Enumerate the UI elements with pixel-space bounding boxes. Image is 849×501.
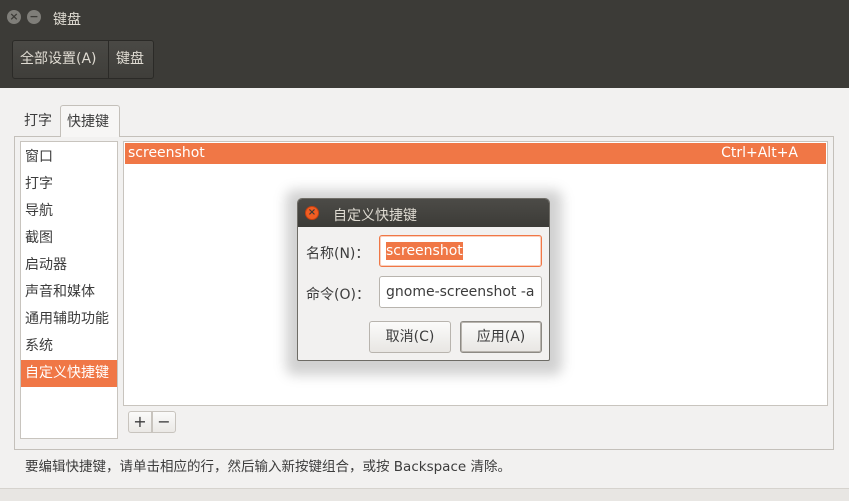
name-label: 名称(N)： — [306, 246, 370, 262]
all-settings-button[interactable]: 全部设置(A) — [12, 40, 109, 79]
category-item-sound-media[interactable]: 声音和媒体 — [21, 279, 117, 306]
title-bar: × − 键盘 — [0, 0, 849, 34]
window-close-icon[interactable]: × — [7, 10, 21, 24]
custom-shortcut-dialog: × 自定义快捷键 名称(N)： screenshot 命令(O)： gnome-… — [297, 198, 550, 361]
shortcut-accelerator[interactable]: Ctrl+Alt+A — [721, 143, 798, 164]
add-shortcut-button[interactable]: + — [128, 411, 152, 433]
command-field[interactable]: gnome-screenshot -a — [379, 276, 542, 308]
window-title: 键盘 — [53, 12, 81, 28]
command-label: 命令(O)： — [306, 287, 370, 303]
category-item-launchers[interactable]: 启动器 — [21, 252, 117, 279]
tab-typing[interactable]: 打字 — [18, 105, 58, 137]
remove-shortcut-button[interactable]: − — [152, 411, 176, 433]
breadcrumb-keyboard[interactable]: 键盘 — [108, 40, 154, 79]
window-minimize-icon[interactable]: − — [27, 10, 41, 24]
category-item-navigation[interactable]: 导航 — [21, 198, 117, 225]
category-item-windows[interactable]: 窗口 — [21, 144, 117, 171]
background-strip — [0, 488, 849, 501]
category-item-system[interactable]: 系统 — [21, 333, 117, 360]
name-field[interactable]: screenshot — [379, 235, 542, 267]
category-item-custom-shortcuts[interactable]: 自定义快捷键 — [21, 360, 117, 387]
category-item-screenshots[interactable]: 截图 — [21, 225, 117, 252]
tab-shortcuts[interactable]: 快捷键 — [60, 105, 120, 137]
dialog-close-icon[interactable]: × — [305, 206, 319, 220]
command-field-value: gnome-screenshot -a — [386, 284, 535, 300]
toolbar: 全部设置(A) 键盘 — [0, 34, 849, 88]
cancel-button[interactable]: 取消(C) — [369, 321, 451, 353]
name-field-value: screenshot — [386, 242, 463, 260]
shortcut-hint-text: 要编辑快捷键，请单击相应的行，然后输入新按键组合，或按 Backspace 清除… — [25, 459, 511, 475]
dialog-title: 自定义快捷键 — [333, 208, 417, 224]
shortcut-row[interactable]: screenshot Ctrl+Alt+A — [125, 143, 826, 164]
keyboard-settings-window: × − 键盘 全部设置(A) 键盘 打字 快捷键 窗口 打字 导航 截图 启动器… — [0, 0, 849, 501]
category-item-typing[interactable]: 打字 — [21, 171, 117, 198]
apply-button[interactable]: 应用(A) — [460, 321, 542, 353]
category-item-universal-access[interactable]: 通用辅助功能 — [21, 306, 117, 333]
dialog-title-bar: × 自定义快捷键 — [298, 199, 549, 227]
shortcut-name: screenshot — [128, 145, 205, 161]
shortcut-category-list: 窗口 打字 导航 截图 启动器 声音和媒体 通用辅助功能 系统 自定义快捷键 — [20, 141, 118, 439]
